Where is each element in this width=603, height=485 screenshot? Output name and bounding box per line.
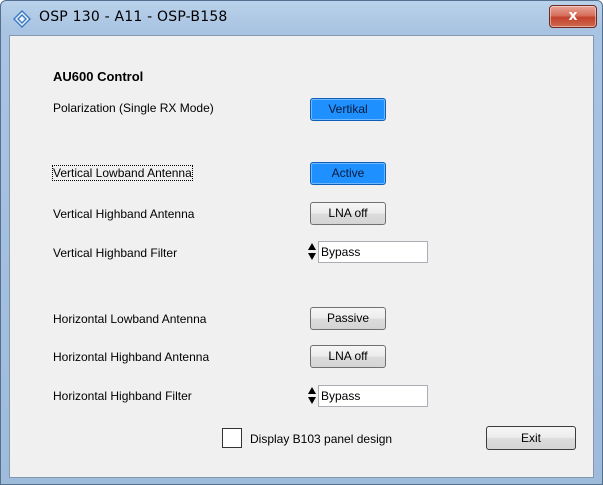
exit-button[interactable]: Exit <box>486 426 576 450</box>
vertical-highband-label: Vertical Highband Antenna <box>53 207 195 221</box>
vertical-lowband-button-label: Active <box>331 166 365 180</box>
app-diamond-icon <box>13 10 31 28</box>
window-title: OSP 130 - A11 - OSP-B158 <box>39 9 228 25</box>
polarization-button-label: Vertikal <box>328 102 368 116</box>
vertical-lowband-label: Vertical Lowband Antenna <box>52 165 193 181</box>
panel-heading: AU600 Control <box>53 69 144 84</box>
horizontal-filter-spinner[interactable]: Bypass <box>307 385 429 407</box>
horizontal-highband-label: Horizontal Highband Antenna <box>53 350 210 364</box>
horizontal-lowband-label: Horizontal Lowband Antenna <box>53 312 207 326</box>
vertical-lowband-button[interactable]: Active <box>310 162 386 185</box>
spin-updown-icon[interactable] <box>307 242 317 261</box>
close-button[interactable]: x <box>549 5 597 28</box>
display-b103-label: Display B103 panel design <box>250 432 393 446</box>
dialog-window: OSP 130 - A11 - OSP-B158 x AU600 Control… <box>0 0 603 485</box>
vertical-highband-button[interactable]: LNA off <box>310 202 386 225</box>
horizontal-highband-button-label: LNA off <box>328 349 368 363</box>
spin-updown-icon[interactable] <box>307 386 317 405</box>
vertical-highband-button-label: LNA off <box>328 206 368 220</box>
horizontal-lowband-button[interactable]: Passive <box>310 307 386 330</box>
horizontal-filter-value[interactable]: Bypass <box>318 385 428 407</box>
exit-button-label: Exit <box>520 431 541 445</box>
horizontal-lowband-button-label: Passive <box>326 311 370 325</box>
close-icon: x <box>568 8 578 24</box>
vertical-filter-spinner[interactable]: Bypass <box>307 241 429 263</box>
dialog-client-area: AU600 Control Polarization (Single RX Mo… <box>9 35 594 478</box>
horizontal-highband-button[interactable]: LNA off <box>310 345 386 368</box>
display-b103-checkbox[interactable] <box>222 428 242 448</box>
polarization-button[interactable]: Vertikal <box>310 98 386 121</box>
vertical-filter-value[interactable]: Bypass <box>318 241 428 263</box>
polarization-label: Polarization (Single RX Mode) <box>53 101 214 115</box>
title-bar[interactable]: OSP 130 - A11 - OSP-B158 x <box>1 1 602 35</box>
horizontal-filter-label: Horizontal Highband Filter <box>53 389 192 403</box>
vertical-filter-label: Vertical Highband Filter <box>53 246 178 260</box>
